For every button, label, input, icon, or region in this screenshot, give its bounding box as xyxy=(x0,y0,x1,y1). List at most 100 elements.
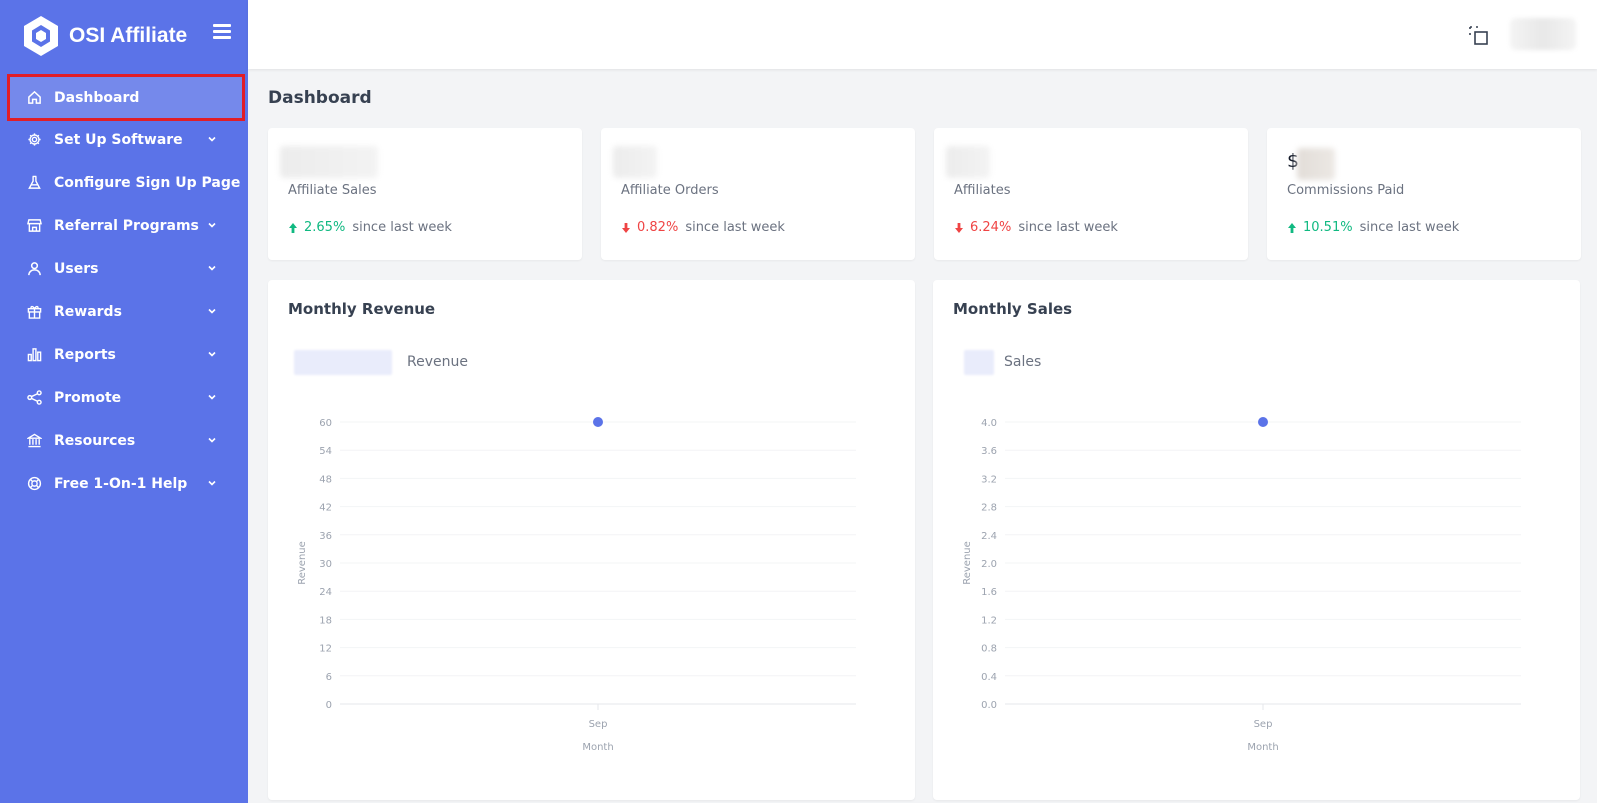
y-tick-label: 3.6 xyxy=(981,446,997,457)
stat-change: 10.51% xyxy=(1303,220,1353,235)
y-tick-label: 60 xyxy=(319,418,332,429)
y-tick-label: 0.4 xyxy=(981,672,997,683)
y-tick-label: 12 xyxy=(319,644,332,655)
gift-icon xyxy=(26,304,42,320)
chevron-down-icon xyxy=(208,222,216,228)
sidebar-nav: Dashboard Set Up Software Configure Sign… xyxy=(0,74,248,505)
chevron-down-icon xyxy=(208,136,216,142)
stat-value-redacted xyxy=(280,146,378,178)
y-tick-label: 36 xyxy=(319,531,332,542)
sidebar-item-label: Set Up Software xyxy=(54,131,183,148)
stat-card-commissions-paid: $ Commissions Paid 10.51% since last wee… xyxy=(1267,128,1581,260)
stat-delta: 2.65% since last week xyxy=(288,220,452,235)
chevron-down-icon xyxy=(208,308,216,314)
y-axis-label: Revenue xyxy=(297,541,308,585)
stat-value-redacted xyxy=(946,146,990,178)
sidebar-item-resources[interactable]: Resources xyxy=(0,419,248,462)
stat-card-affiliate-orders: Affiliate Orders 0.82% since last week xyxy=(601,128,915,260)
top-bar xyxy=(248,0,1597,69)
stat-since: since last week xyxy=(1359,220,1460,235)
chevron-down-icon xyxy=(208,394,216,400)
sidebar-item-label: Referral Programs xyxy=(54,217,199,234)
sidebar-item-rewards[interactable]: Rewards xyxy=(0,290,248,333)
data-point xyxy=(1258,417,1268,427)
lifebuoy-icon xyxy=(26,476,42,492)
stat-change: 6.24% xyxy=(970,220,1012,235)
share-icon xyxy=(26,390,42,406)
app-logo[interactable]: OSI Affiliate xyxy=(22,14,187,58)
stat-label: Affiliates xyxy=(954,183,1011,198)
sidebar-item-set-up-software[interactable]: Set Up Software xyxy=(0,118,248,161)
fullscreen-icon[interactable] xyxy=(1468,25,1490,47)
y-tick-label: 2.0 xyxy=(981,559,997,570)
stat-card-affiliates: Affiliates 6.24% since last week xyxy=(934,128,1248,260)
y-tick-label: 3.2 xyxy=(981,474,997,485)
x-tick-label: Sep xyxy=(1254,719,1273,730)
page-title: Dashboard xyxy=(268,88,372,108)
app-name: OSI Affiliate xyxy=(69,24,188,47)
sidebar-item-configure-sign-up-page[interactable]: Configure Sign Up Page xyxy=(0,161,248,204)
y-axis-label: Revenue xyxy=(962,541,973,585)
arrow-up-icon xyxy=(1288,222,1296,233)
store-icon xyxy=(26,218,42,234)
y-tick-label: 54 xyxy=(319,446,332,457)
user-menu[interactable] xyxy=(1510,18,1576,50)
user-icon xyxy=(26,261,42,277)
bar-chart-icon xyxy=(26,347,42,363)
hamburger-icon[interactable] xyxy=(213,24,231,40)
y-tick-label: 0 xyxy=(326,700,332,711)
chevron-down-icon xyxy=(208,265,216,271)
x-axis-label: Month xyxy=(1247,742,1278,753)
y-tick-label: 24 xyxy=(319,587,332,598)
chevron-down-icon xyxy=(208,437,216,443)
sidebar-item-referral-programs[interactable]: Referral Programs xyxy=(0,204,248,247)
sidebar-item-label: Dashboard xyxy=(54,89,140,106)
arrow-up-icon xyxy=(289,222,297,233)
sidebar-item-free-help[interactable]: Free 1-On-1 Help xyxy=(0,462,248,505)
y-tick-label: 42 xyxy=(319,503,332,514)
y-tick-label: 2.8 xyxy=(981,503,997,514)
chevron-down-icon xyxy=(208,480,216,486)
sidebar: OSI Affiliate Dashboard Set Up Software … xyxy=(0,0,248,803)
y-tick-label: 4.0 xyxy=(981,418,997,429)
y-tick-label: 48 xyxy=(319,474,332,485)
y-tick-label: 2.4 xyxy=(981,531,997,542)
stat-since: since last week xyxy=(685,220,785,235)
sales-chart: 0.0 0.4 0.8 1.2 1.6 2.0 2.4 2.8 3.2 3.6 4.0 Sep Mont… xyxy=(962,417,1521,753)
sidebar-item-promote[interactable]: Promote xyxy=(0,376,248,419)
arrow-down-icon xyxy=(622,222,630,233)
y-tick-label: 30 xyxy=(319,559,332,570)
x-axis-label: Month xyxy=(582,742,613,753)
data-point xyxy=(593,417,603,427)
sidebar-item-label: Users xyxy=(54,260,99,277)
sidebar-item-label: Reports xyxy=(54,346,116,363)
sidebar-item-label: Rewards xyxy=(54,303,122,320)
bank-icon xyxy=(26,433,42,449)
y-tick-label: 0.0 xyxy=(981,700,997,711)
stat-change: 2.65% xyxy=(304,220,346,235)
home-icon xyxy=(26,90,42,106)
flask-icon xyxy=(26,175,42,191)
chevron-down-icon xyxy=(208,351,216,357)
sidebar-item-dashboard[interactable]: Dashboard xyxy=(7,74,245,121)
sidebar-item-reports[interactable]: Reports xyxy=(0,333,248,376)
stat-since: since last week xyxy=(352,220,452,235)
sidebar-item-label: Free 1-On-1 Help xyxy=(54,475,188,492)
y-tick-label: 1.2 xyxy=(981,615,997,626)
stat-label: Commissions Paid xyxy=(1287,183,1405,198)
stat-delta: 0.82% since last week xyxy=(621,220,785,235)
sidebar-item-label: Resources xyxy=(54,432,136,449)
chart-card-monthly-sales: Monthly Sales Sales 0.0 0.4 0.8 1.2 1.6 2.0 2.… xyxy=(933,280,1580,800)
stat-label: Affiliate Sales xyxy=(288,183,377,198)
stat-label: Affiliate Orders xyxy=(621,183,719,198)
y-tick-label: 6 xyxy=(326,672,332,683)
hexagon-logo-icon xyxy=(24,16,58,56)
stat-value-redacted xyxy=(613,146,657,178)
sidebar-item-users[interactable]: Users xyxy=(0,247,248,290)
stat-card-affiliate-sales: Affiliate Sales 2.65% since last week xyxy=(268,128,582,260)
sidebar-item-label: Configure Sign Up Page xyxy=(54,174,241,191)
y-tick-label: 1.6 xyxy=(981,587,997,598)
stat-change: 0.82% xyxy=(637,220,679,235)
revenue-chart: 0 6 12 18 24 30 36 42 48 54 60 Sep Month Revenue xyxy=(297,417,856,753)
gear-icon xyxy=(26,132,42,148)
